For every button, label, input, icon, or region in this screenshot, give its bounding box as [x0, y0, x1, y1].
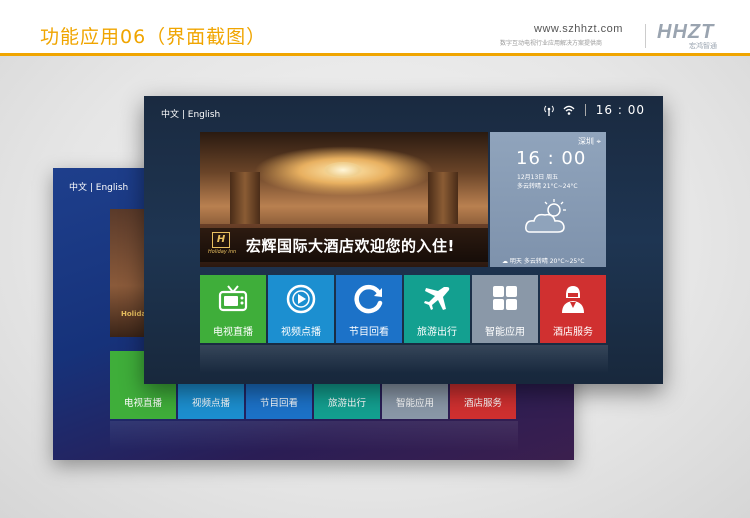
weather-forecast-tomorrow: ☁ 明天 多云转晴 20°C~25°C — [502, 256, 584, 265]
back-tile-label: 电视直播 — [123, 398, 162, 409]
weather-date: 12月13日 周五 — [517, 174, 559, 181]
weather-time: 16 : 00 — [516, 148, 587, 169]
grid-icon — [493, 286, 517, 310]
slide-title: 功能应用06（界面截图） — [40, 26, 267, 48]
logo-subtitle: 宏鸿智通 — [689, 42, 717, 50]
hotel-logo: H Holiday Inn — [208, 232, 237, 258]
back-tile-label: 智能应用 — [395, 398, 434, 409]
cloud-sun-icon — [525, 199, 566, 233]
welcome-message: 宏辉国际大酒店欢迎您的入住! — [246, 237, 455, 255]
tile-replay[interactable]: 节目回看 — [336, 275, 402, 343]
website-url: www.szhhzt.com — [534, 23, 623, 35]
tile-label: 旅游出行 — [417, 327, 457, 338]
back-tile-label: 视频点播 — [191, 398, 230, 409]
status-bar: 16 : 00 — [543, 103, 645, 117]
tile-smart-apps[interactable]: 智能应用 — [472, 275, 538, 343]
tile-label: 视频点播 — [281, 327, 321, 338]
language-switch[interactable]: 中文 | English — [161, 107, 220, 120]
tile-label: 智能应用 — [485, 327, 525, 338]
tile-reflection — [200, 345, 608, 373]
back-language-switch[interactable]: 中文 | English — [69, 180, 128, 193]
back-tile-label: 酒店服务 — [463, 398, 502, 409]
tile-tv-live[interactable]: 电视直播 — [200, 275, 266, 343]
back-tile-label: 旅游出行 — [327, 398, 366, 409]
tile-vod[interactable]: 视频点播 — [268, 275, 334, 343]
lobby-chandelier — [324, 162, 362, 178]
menu-tile-row: 电视直播 视频点播 节目回看 旅游出行 智能应用 酒店服务 — [200, 275, 606, 343]
back-tile-label: 节目回看 — [259, 398, 298, 409]
back-tile-reflection — [110, 421, 518, 451]
concierge-icon — [562, 286, 584, 313]
tile-label: 电视直播 — [213, 327, 253, 338]
tile-hotel-service[interactable]: 酒店服务 — [540, 275, 606, 343]
wifi-icon — [563, 105, 575, 115]
status-clock: 16 : 00 — [595, 103, 645, 117]
airplane-icon — [424, 287, 450, 310]
location-pin-icon: ⌖ — [596, 137, 601, 146]
weather-widget[interactable]: 深圳 ⌖ 16 : 00 12月13日 周五 多云转晴 21°C~24°C ☁ … — [490, 132, 606, 267]
tomorrow-text: 明天 多云转晴 20°C~25°C — [509, 258, 585, 265]
hotel-logo-text: Holiday Inn — [208, 249, 237, 255]
welcome-banner[interactable]: H Holiday Inn 宏辉国际大酒店欢迎您的入住! — [200, 132, 488, 267]
tile-travel[interactable]: 旅游出行 — [404, 275, 470, 343]
replay-icon — [354, 284, 383, 314]
city-name: 深圳 — [577, 137, 594, 146]
small-cloud-icon: ☁ — [502, 258, 508, 265]
company-logo: HHZT 宏鸿智通 — [657, 22, 732, 50]
tv-icon — [218, 285, 248, 312]
header-divider — [0, 53, 750, 56]
front-screen: 中文 | English 16 : 00 H Holiday Inn 宏辉国际大… — [144, 96, 663, 384]
weather-condition: 多云转晴 21°C~24°C — [517, 183, 578, 190]
header-separator — [645, 24, 646, 48]
logo-mark: HHZT — [657, 21, 715, 43]
company-tagline: 数字互动电视行业应用解决方案提供商 — [500, 40, 603, 47]
status-separator — [584, 104, 586, 116]
play-icon — [286, 284, 316, 314]
weather-city: 深圳 ⌖ — [578, 136, 601, 147]
tile-label: 节目回看 — [349, 327, 389, 338]
hotel-logo-mark: H — [212, 232, 230, 248]
antenna-icon — [543, 105, 554, 116]
tile-label: 酒店服务 — [553, 327, 593, 338]
